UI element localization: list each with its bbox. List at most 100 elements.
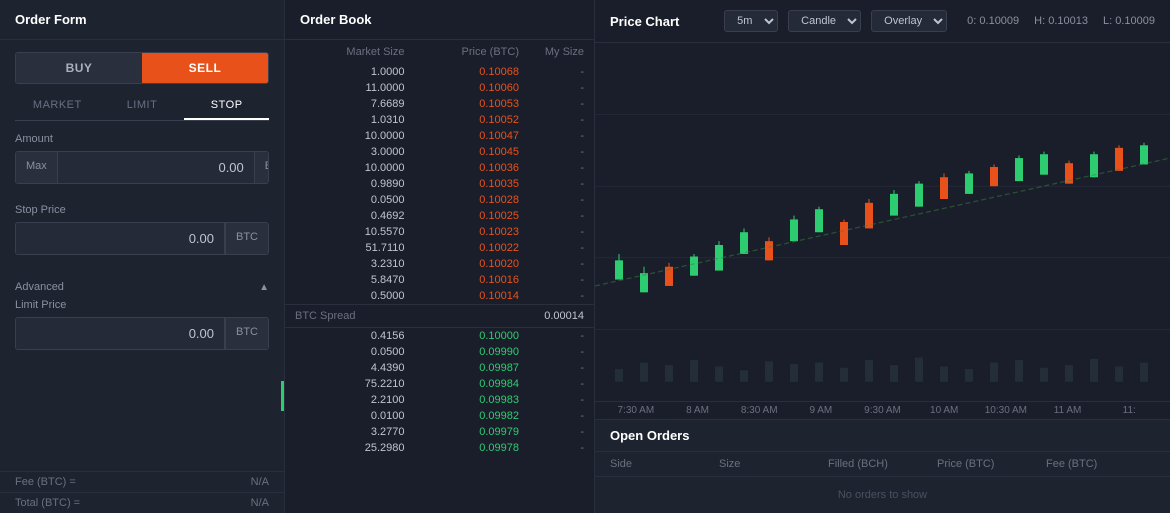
ask-size: 1.0310 xyxy=(295,114,410,126)
bid-row[interactable]: 2.2100 0.09983 - xyxy=(285,392,594,408)
time-label-3: 9 AM xyxy=(790,405,852,416)
ask-row[interactable]: 0.0500 0.10028 - xyxy=(285,192,594,208)
bid-row[interactable]: 25.2980 0.09978 - xyxy=(285,440,594,456)
ask-price: 0.10028 xyxy=(410,194,525,206)
ask-my-size: - xyxy=(524,130,584,142)
limit-type-button[interactable]: LIMIT xyxy=(100,92,185,120)
ask-row[interactable]: 10.5570 0.10023 - xyxy=(285,224,594,240)
ask-price: 0.10047 xyxy=(410,130,525,142)
total-row: Total (BTC) = N/A xyxy=(0,492,284,513)
amount-input[interactable] xyxy=(58,152,254,183)
bid-price: 0.09979 xyxy=(410,426,525,438)
ask-row[interactable]: 0.5000 0.10014 - xyxy=(285,288,594,304)
ask-price: 0.10025 xyxy=(410,210,525,222)
ask-row[interactable]: 0.9890 0.10035 - xyxy=(285,176,594,192)
ask-price: 0.10060 xyxy=(410,82,525,94)
ask-price: 0.10023 xyxy=(410,226,525,238)
buy-button[interactable]: BUY xyxy=(16,53,142,83)
order-type-selector: MARKET LIMIT STOP xyxy=(15,92,269,121)
col-market-header: Market Size xyxy=(295,46,410,58)
ask-row[interactable]: 3.0000 0.10045 - xyxy=(285,144,594,160)
ask-size: 3.2310 xyxy=(295,258,410,270)
col-price: Price (BTC) xyxy=(937,458,1046,470)
bid-row[interactable]: 75.2210 0.09984 - xyxy=(285,376,594,392)
bid-my-size: - xyxy=(524,410,584,422)
bid-row[interactable]: 0.0100 0.09982 - xyxy=(285,408,594,424)
col-side: Side xyxy=(610,458,719,470)
bid-row[interactable]: 0.0500 0.09990 - xyxy=(285,344,594,360)
bid-row[interactable]: 4.4390 0.09987 - xyxy=(285,360,594,376)
col-filled: Filled (BCH) xyxy=(828,458,937,470)
ask-my-size: - xyxy=(524,178,584,190)
candlestick-chart xyxy=(595,43,1170,401)
chart-type-dropdown[interactable]: Candle xyxy=(788,10,861,32)
bid-my-size: - xyxy=(524,330,584,342)
ask-row[interactable]: 51.7110 0.10022 - xyxy=(285,240,594,256)
ask-my-size: - xyxy=(524,210,584,222)
bid-row[interactable]: 0.4156 0.10000 - xyxy=(285,328,594,344)
ask-size: 5.8470 xyxy=(295,274,410,286)
ask-row[interactable]: 7.6689 0.10053 - xyxy=(285,96,594,112)
ask-price: 0.10022 xyxy=(410,242,525,254)
ask-row[interactable]: 0.4692 0.10025 - xyxy=(285,208,594,224)
ask-row[interactable]: 1.0000 0.10068 - xyxy=(285,64,594,80)
open-orders-panel: Open Orders Side Size Filled (BCH) Price… xyxy=(595,419,1170,513)
amount-currency: BCH xyxy=(254,152,269,183)
limit-price-currency: BTC xyxy=(225,318,268,349)
stop-price-input[interactable] xyxy=(16,223,225,254)
bid-size: 0.4156 xyxy=(295,330,410,342)
ask-size: 10.5570 xyxy=(295,226,410,238)
ask-my-size: - xyxy=(524,274,584,286)
ask-size: 11.0000 xyxy=(295,82,410,94)
ask-size: 51.7110 xyxy=(295,242,410,254)
overlay-dropdown[interactable]: Overlay xyxy=(871,10,947,32)
ask-price: 0.10014 xyxy=(410,290,525,302)
fee-row: Fee (BTC) = N/A xyxy=(0,471,284,492)
bid-price: 0.09982 xyxy=(410,410,525,422)
amount-prefix: Max xyxy=(16,152,58,183)
ask-my-size: - xyxy=(524,146,584,158)
ask-size: 0.4692 xyxy=(295,210,410,222)
total-value: N/A xyxy=(251,497,269,509)
ask-row[interactable]: 10.0000 0.10047 - xyxy=(285,128,594,144)
chart-area xyxy=(595,43,1170,401)
advanced-toggle[interactable]: Advanced ▲ xyxy=(0,275,284,299)
ask-size: 1.0000 xyxy=(295,66,410,78)
amount-label: Amount xyxy=(15,133,269,145)
stop-type-button[interactable]: STOP xyxy=(184,92,269,120)
ask-price: 0.10036 xyxy=(410,162,525,174)
chart-controls: 5m Candle Overlay 0: 0.10009 H: 0.10013 … xyxy=(724,10,1155,32)
ask-size: 7.6689 xyxy=(295,98,410,110)
time-label-2: 8:30 AM xyxy=(728,405,790,416)
bid-row[interactable]: 3.2770 0.09979 - xyxy=(285,424,594,440)
total-label: Total (BTC) = xyxy=(15,497,80,509)
ask-row[interactable]: 10.0000 0.10036 - xyxy=(285,160,594,176)
bid-price: 0.09990 xyxy=(410,346,525,358)
ask-row[interactable]: 5.8470 0.10016 - xyxy=(285,272,594,288)
limit-price-section: Limit Price BTC xyxy=(0,299,284,370)
amount-input-row: Max BCH xyxy=(15,151,269,184)
time-label-1: 8 AM xyxy=(667,405,729,416)
time-label-6: 10:30 AM xyxy=(975,405,1037,416)
ask-price: 0.10020 xyxy=(410,258,525,270)
timeframe-dropdown[interactable]: 5m xyxy=(724,10,778,32)
limit-price-input[interactable] xyxy=(16,318,225,349)
bids-list: 0.4156 0.10000 - 0.0500 0.09990 - 4.4390… xyxy=(285,328,594,456)
sell-button[interactable]: SELL xyxy=(142,53,268,83)
ask-price: 0.10052 xyxy=(410,114,525,126)
bid-my-size: - xyxy=(524,426,584,438)
ask-row[interactable]: 3.2310 0.10020 - xyxy=(285,256,594,272)
ask-row[interactable]: 11.0000 0.10060 - xyxy=(285,80,594,96)
ask-size: 0.9890 xyxy=(295,178,410,190)
market-type-button[interactable]: MARKET xyxy=(15,92,100,120)
col-size-header: My Size xyxy=(524,46,584,58)
spread-label: BTC Spread xyxy=(295,310,544,322)
ask-row[interactable]: 1.0310 0.10052 - xyxy=(285,112,594,128)
ask-size: 10.0000 xyxy=(295,130,410,142)
bid-my-size: - xyxy=(524,362,584,374)
ask-price: 0.10053 xyxy=(410,98,525,110)
bid-price: 0.09978 xyxy=(410,442,525,454)
open-orders-title: Open Orders xyxy=(595,420,1170,452)
chevron-up-icon: ▲ xyxy=(259,282,269,293)
bid-size: 4.4390 xyxy=(295,362,410,374)
